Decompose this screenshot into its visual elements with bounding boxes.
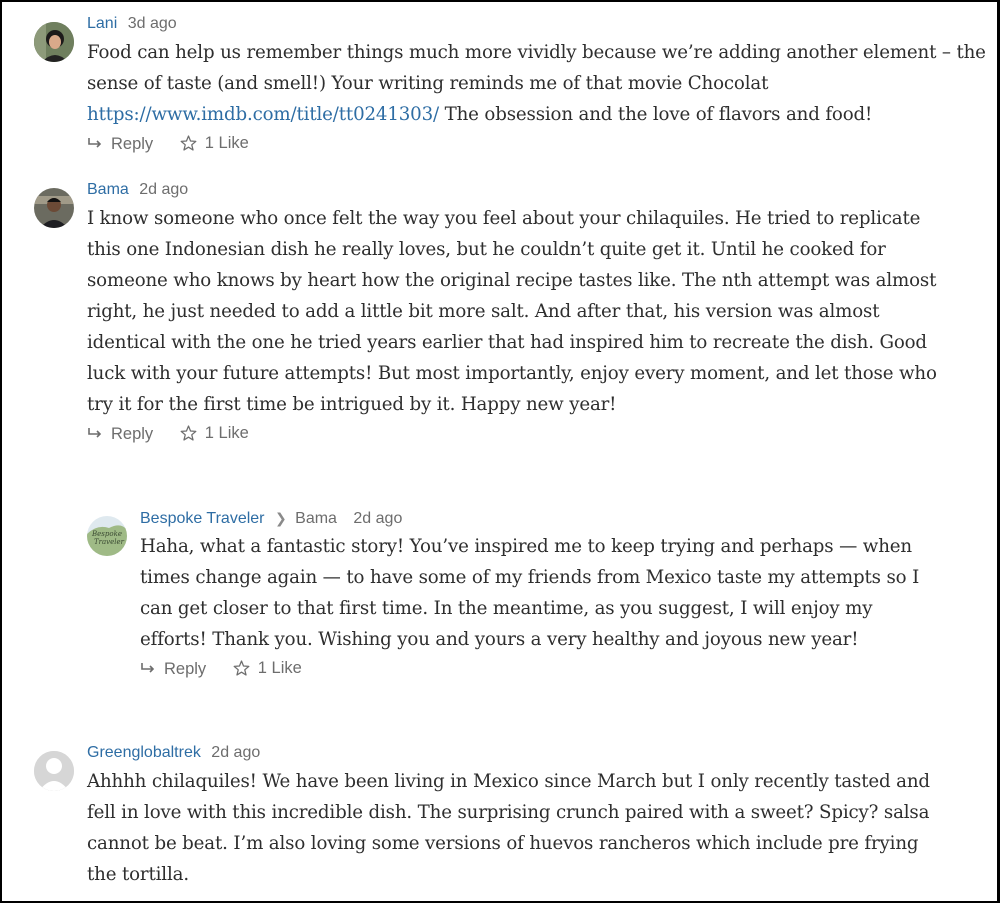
svg-text:Bespoke: Bespoke <box>91 530 122 538</box>
reply-button[interactable]: Reply <box>140 657 206 681</box>
star-icon <box>233 660 250 676</box>
avatar[interactable]: Bespoke Traveler <box>87 516 127 556</box>
timestamp[interactable]: 2d ago <box>139 181 188 198</box>
reply-icon <box>88 428 102 438</box>
like-button[interactable]: 1 Like <box>233 656 302 680</box>
star-icon <box>180 135 197 151</box>
author-link[interactable]: Greenglobaltrek <box>87 744 201 761</box>
reply-icon <box>141 663 155 673</box>
default-avatar-icon[interactable] <box>34 751 74 791</box>
timestamp[interactable]: 3d ago <box>128 15 177 32</box>
comment-text: Food can help us remember things much mo… <box>87 42 986 125</box>
comments-section: Lani 3d ago Food can help us remember th… <box>0 0 1000 903</box>
comment-text: Ahhhh chilaquiles! We have been living i… <box>87 771 930 885</box>
like-button[interactable]: 1 Like <box>180 131 249 155</box>
comment-text: Haha, what a fantastic story! You’ve ins… <box>140 536 920 650</box>
comment-text: I know someone who once felt the way you… <box>87 208 937 415</box>
author-link[interactable]: Bespoke Traveler <box>140 510 265 527</box>
timestamp[interactable]: 2d ago <box>353 510 402 527</box>
reply-button[interactable]: Reply <box>87 422 153 446</box>
timestamp[interactable]: 2d ago <box>211 744 260 761</box>
author-link[interactable]: Bama <box>87 181 129 198</box>
svg-text:Traveler: Traveler <box>94 538 125 546</box>
author-link[interactable]: Lani <box>87 15 117 32</box>
reply-icon <box>88 138 102 148</box>
like-button[interactable]: 1 Like <box>180 421 249 445</box>
star-icon <box>180 425 197 441</box>
avatar[interactable] <box>34 22 74 62</box>
avatar[interactable] <box>34 188 74 228</box>
chevron-right-icon: ❯ <box>274 510 287 526</box>
reply-to-author[interactable]: Bama <box>295 510 337 527</box>
imdb-link[interactable]: https://www.imdb.com/title/tt0241303/ <box>87 104 439 125</box>
reply-button[interactable]: Reply <box>87 132 153 156</box>
